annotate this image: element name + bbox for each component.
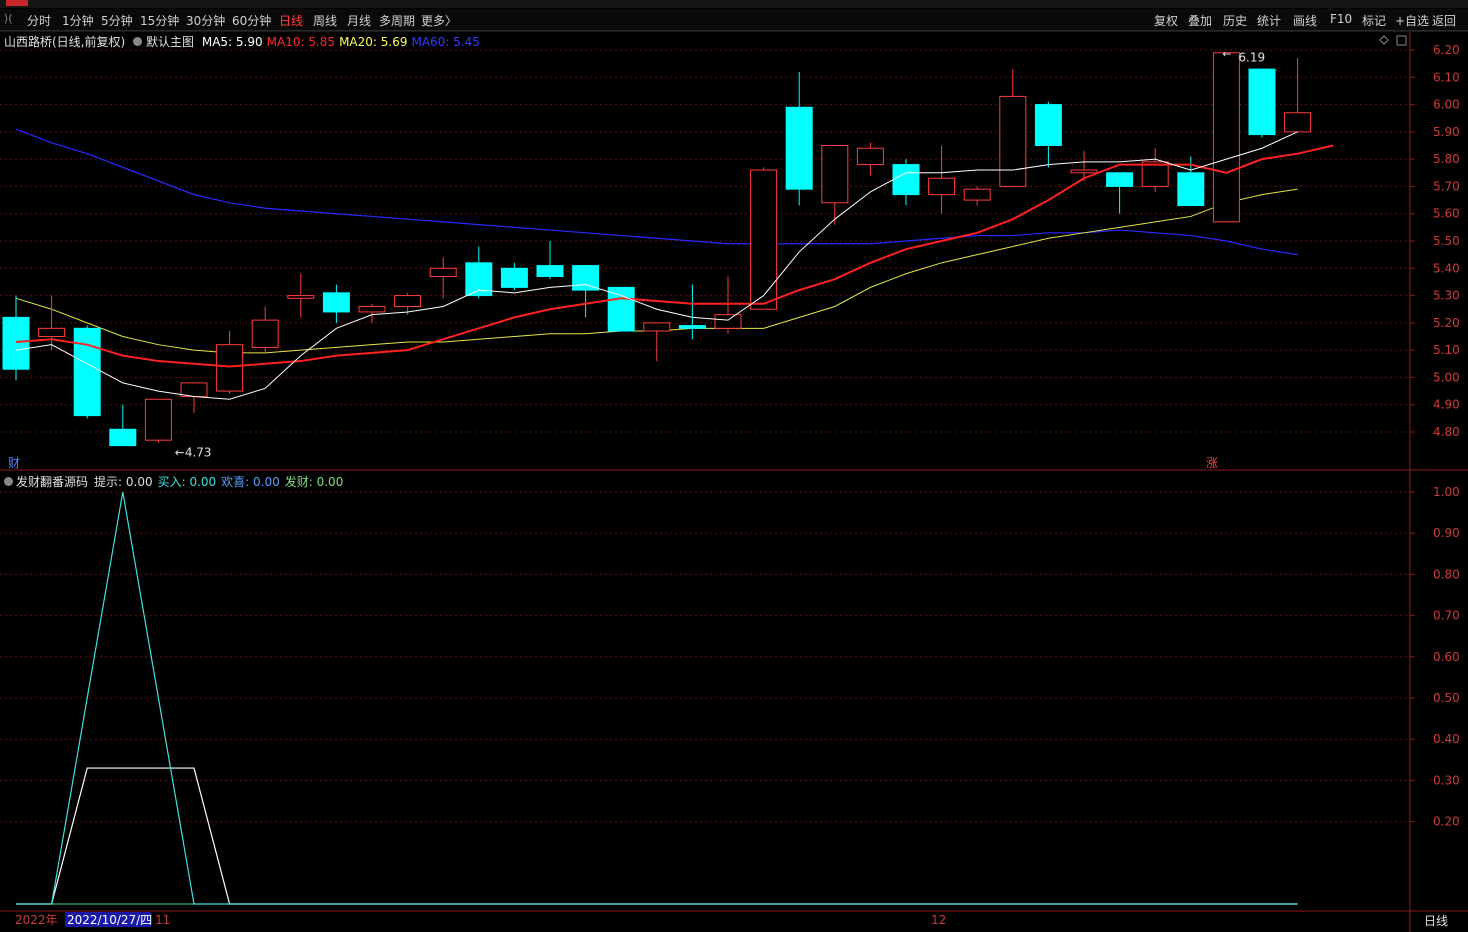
candle-body-down: [1034, 104, 1062, 146]
sub-y-tick-label: 1.00: [1433, 485, 1460, 499]
sub-y-tick-label: 0.50: [1433, 691, 1460, 705]
kline-chart[interactable]: 6.20 6.10 6.00 5.90 5.80 5.70 5.60 5.50 5.40 5.30…: [0, 0, 1468, 932]
candle-body-up: [180, 382, 208, 398]
candle-body-down: [536, 265, 564, 277]
finance-marker: 财: [8, 456, 20, 470]
main-y-tick-label: 5.60: [1433, 207, 1460, 221]
candle-body-up: [999, 95, 1027, 187]
main-y-tick-label: 5.00: [1433, 370, 1460, 384]
candle-body-up: [963, 188, 991, 201]
candle-body-up: [714, 314, 742, 329]
sub-y-tick-label: 0.30: [1433, 773, 1460, 787]
candle-body-down: [1177, 172, 1205, 207]
main-y-tick-label: 4.90: [1433, 398, 1460, 412]
main-y-tick-label: 5.90: [1433, 125, 1460, 139]
year-label: 2022年: [15, 913, 58, 927]
candle-body-up: [216, 344, 244, 392]
candle-body-up: [750, 169, 778, 310]
ma60-line: [15, 128, 1298, 256]
candle-body-up: [144, 398, 172, 441]
candle-body-up: [38, 327, 66, 338]
candle-body-up: [1212, 52, 1240, 223]
sub-y-tick-label: 0.60: [1433, 650, 1460, 664]
candle-body-up: [821, 145, 849, 204]
low-price-label: ←4.73: [175, 446, 212, 460]
candle-body-up: [1284, 112, 1312, 133]
main-y-tick-label: 5.20: [1433, 316, 1460, 330]
main-y-tick-label: 5.50: [1433, 234, 1460, 248]
cursor-date-label: 2022/10/27/四: [67, 913, 152, 927]
main-y-tick-label: 5.10: [1433, 343, 1460, 357]
huanxi-line: [16, 767, 1298, 905]
candle-body-up: [643, 322, 671, 332]
candle-body-up: [287, 295, 315, 299]
month-11-label: 11: [155, 913, 170, 927]
sub-y-tick-label: 0.80: [1433, 567, 1460, 581]
ma10-line: [15, 144, 1334, 368]
high-arrow: ←: [1222, 48, 1231, 61]
main-y-tick-label: 6.20: [1433, 43, 1460, 57]
panel-maximize-icon: [1396, 35, 1407, 46]
sub-y-tick-label: 0.20: [1433, 815, 1460, 829]
main-y-tick-label: 4.80: [1433, 425, 1460, 439]
candle-body-up: [394, 295, 422, 307]
candle-body-down: [322, 292, 350, 313]
sub-y-tick-label: 0.90: [1433, 526, 1460, 540]
candle-body-down: [785, 106, 813, 190]
candle-body-up: [928, 177, 956, 196]
candle-body-up: [856, 147, 884, 166]
candle-body-up: [358, 305, 386, 313]
main-y-tick-label: 5.30: [1433, 289, 1460, 303]
main-y-tick-label: 5.70: [1433, 179, 1460, 193]
main-y-tick-label: 5.40: [1433, 261, 1460, 275]
main-y-tick-label: 5.80: [1433, 152, 1460, 166]
candle-body-down: [500, 267, 528, 288]
period-label: 日线: [1424, 914, 1448, 928]
sub-y-tick-label: 0.40: [1433, 732, 1460, 746]
candle-body-down: [607, 286, 635, 332]
candle-body-down: [73, 327, 101, 417]
candle-body-down: [109, 428, 137, 447]
candle-body-down: [892, 164, 920, 196]
high-price-label: 6.19: [1238, 51, 1265, 65]
month-12-label: 12: [931, 913, 946, 927]
candle-body-down: [572, 265, 600, 291]
sub-y-tick-label: 0.70: [1433, 609, 1460, 623]
candle-body-up: [251, 319, 279, 348]
candle-body-down: [1106, 172, 1134, 187]
panel-settings-icon: [1379, 35, 1389, 45]
main-y-tick-label: 6.00: [1433, 98, 1460, 112]
main-y-tick-label: 6.10: [1433, 70, 1460, 84]
candle-body-down: [2, 316, 30, 370]
candle-body-down: [1248, 68, 1276, 136]
candle-body-down: [678, 325, 706, 329]
candle-body-up: [1070, 169, 1098, 174]
rise-marker: 涨: [1206, 455, 1218, 470]
candle-body-up: [429, 267, 457, 277]
